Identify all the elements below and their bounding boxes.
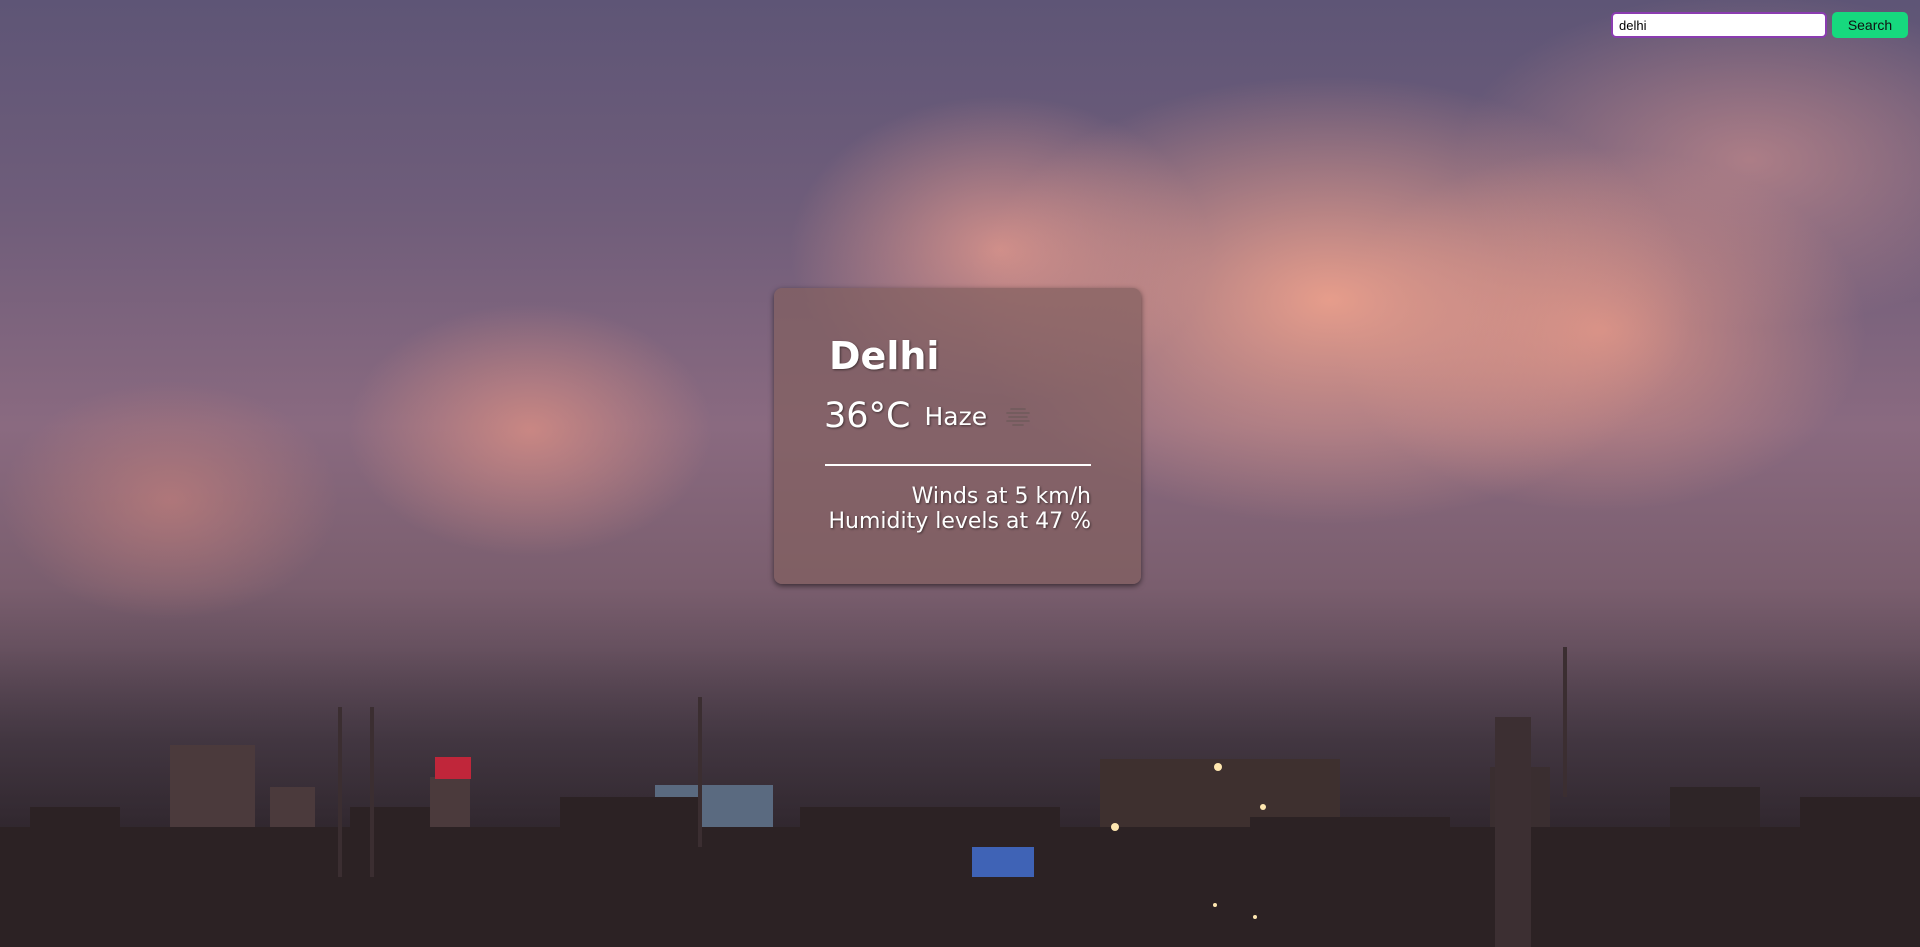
city-name: Delhi [829,334,940,378]
search-button[interactable]: Search [1832,12,1908,38]
city-search-input[interactable] [1611,12,1827,38]
card-divider [825,464,1091,466]
city-skyline-background [0,647,1920,947]
temperature-row: 36°C Haze [824,396,1031,436]
wind-info: Winds at 5 km/h [911,484,1091,509]
weather-card: Delhi 36°C Haze Winds at 5 km/h Humidity… [774,288,1141,584]
weather-details: Winds at 5 km/h Humidity levels at 47 % [825,484,1091,534]
humidity-info: Humidity levels at 47 % [828,509,1091,534]
haze-icon [1006,408,1030,426]
search-bar: Search [1611,12,1908,38]
weather-condition: Haze [924,401,988,431]
temperature-value: 36°C [824,396,911,436]
